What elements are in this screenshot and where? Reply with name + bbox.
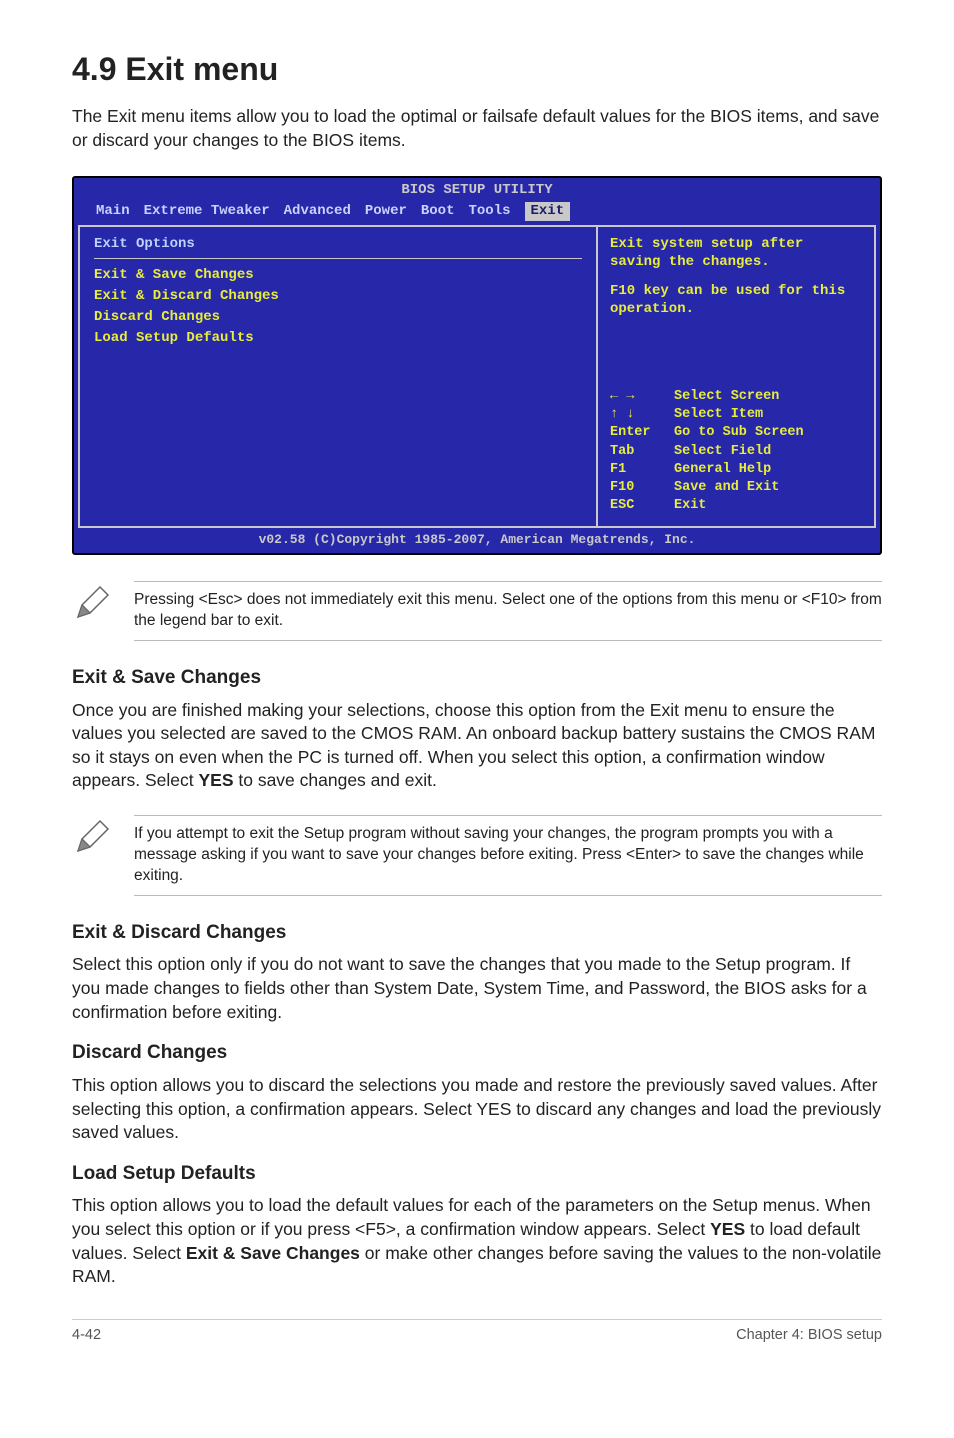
legend-key-f10: F10: [610, 479, 674, 497]
tab-exit[interactable]: Exit: [525, 202, 571, 221]
body-load-defaults: This option allows you to load the defau…: [72, 1194, 882, 1289]
legend-label-exit: Exit: [674, 497, 706, 515]
section-intro: The Exit menu items allow you to load th…: [72, 105, 882, 152]
bios-help-2: F10 key can be used for this operation.: [610, 282, 862, 318]
tab-tools[interactable]: Tools: [468, 202, 510, 221]
bios-left-pane: Exit Options Exit & Save Changes Exit & …: [78, 225, 596, 527]
note-esc-text: Pressing <Esc> does not immediately exit…: [134, 581, 882, 641]
note-exit-no-save: If you attempt to exit the Setup program…: [72, 809, 882, 906]
body-exit-discard: Select this option only if you do not wa…: [72, 953, 882, 1024]
bios-left-heading: Exit Options: [94, 235, 582, 254]
heading-exit-save: Exit & Save Changes: [72, 665, 882, 691]
bios-divider: [94, 258, 582, 259]
page-footer: 4-42 Chapter 4: BIOS setup: [72, 1319, 882, 1346]
legend-label-sub-screen: Go to Sub Screen: [674, 424, 804, 442]
bios-footer: v02.58 (C)Copyright 1985-2007, American …: [74, 528, 880, 554]
tab-power[interactable]: Power: [365, 202, 407, 221]
heading-discard: Discard Changes: [72, 1040, 882, 1066]
bios-help-1: Exit system setup after saving the chang…: [610, 235, 862, 271]
menu-exit-save[interactable]: Exit & Save Changes: [94, 265, 582, 286]
bios-legend: ← →Select Screen ↑ ↓Select Item EnterGo …: [610, 388, 862, 516]
pencil-icon: [72, 581, 116, 630]
bios-tabs: Main Extreme Tweaker Advanced Power Boot…: [74, 200, 880, 225]
page-number: 4-42: [72, 1326, 101, 1346]
chapter-label: Chapter 4: BIOS setup: [736, 1326, 882, 1346]
body-discard: This option allows you to discard the se…: [72, 1074, 882, 1145]
heading-exit-discard: Exit & Discard Changes: [72, 920, 882, 946]
menu-load-defaults[interactable]: Load Setup Defaults: [94, 328, 582, 349]
menu-discard[interactable]: Discard Changes: [94, 307, 582, 328]
menu-exit-discard[interactable]: Exit & Discard Changes: [94, 286, 582, 307]
legend-key-esc: ESC: [610, 497, 674, 515]
tab-boot[interactable]: Boot: [421, 202, 455, 221]
tab-advanced[interactable]: Advanced: [284, 202, 351, 221]
heading-load-defaults: Load Setup Defaults: [72, 1161, 882, 1187]
legend-key-tab: Tab: [610, 443, 674, 461]
legend-key-f1: F1: [610, 461, 674, 479]
body-exit-save-prefix: Once you are finished making your select…: [72, 700, 875, 791]
legend-label-select-screen: Select Screen: [674, 388, 779, 406]
bios-panel: BIOS SETUP UTILITY Main Extreme Tweaker …: [72, 176, 882, 555]
body-load-defaults-yes: YES: [710, 1219, 745, 1239]
legend-label-select-field: Select Field: [674, 443, 771, 461]
section-title: 4.9 Exit menu: [72, 48, 882, 91]
legend-key-arrows-ud: ↑ ↓: [610, 406, 674, 424]
body-exit-save-yes: YES: [198, 770, 233, 790]
legend-key-arrows-lr: ← →: [610, 388, 674, 406]
bios-top-label: BIOS SETUP UTILITY: [74, 178, 880, 200]
legend-label-general-help: General Help: [674, 461, 771, 479]
body-load-defaults-exit-save: Exit & Save Changes: [186, 1243, 360, 1263]
legend-key-enter: Enter: [610, 424, 674, 442]
pencil-icon: [72, 815, 116, 864]
tab-main[interactable]: Main: [96, 202, 130, 221]
body-exit-save-suffix: to save changes and exit.: [234, 770, 437, 790]
body-exit-save: Once you are finished making your select…: [72, 699, 882, 794]
tab-extreme-tweaker[interactable]: Extreme Tweaker: [144, 202, 270, 221]
bios-right-pane: Exit system setup after saving the chang…: [596, 225, 876, 527]
note-esc: Pressing <Esc> does not immediately exit…: [72, 575, 882, 651]
note-exit-no-save-text: If you attempt to exit the Setup program…: [134, 815, 882, 896]
legend-label-select-item: Select Item: [674, 406, 763, 424]
legend-label-save-exit: Save and Exit: [674, 479, 779, 497]
